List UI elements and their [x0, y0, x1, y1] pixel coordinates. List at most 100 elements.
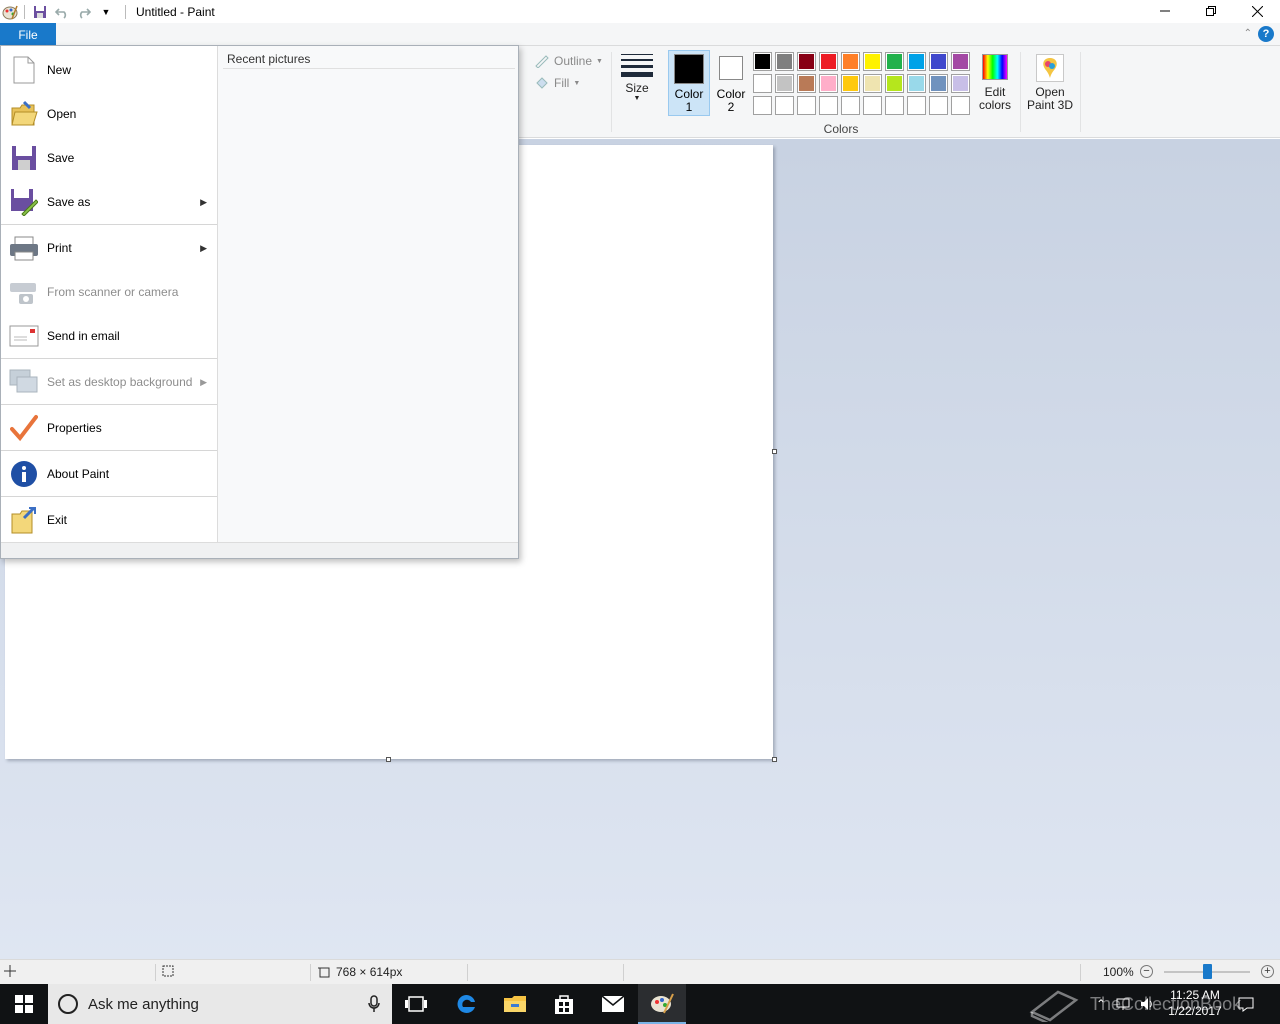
windows-logo-icon: [15, 995, 33, 1013]
palette-color-swatch[interactable]: [775, 52, 794, 71]
microphone-icon[interactable]: [368, 995, 380, 1017]
menu-item-set-desktop-background[interactable]: Set as desktop background ▶: [1, 360, 217, 404]
resize-handle-bottom[interactable]: [386, 757, 391, 762]
status-separator: [155, 964, 156, 981]
palette-color-swatch[interactable]: [753, 52, 772, 71]
edit-colors-button[interactable]: Edit colors: [975, 54, 1015, 112]
menu-divider: [1, 450, 217, 451]
palette-color-swatch[interactable]: [951, 52, 970, 71]
menu-item-save[interactable]: Save: [1, 136, 217, 180]
size-button[interactable]: Size ▼: [618, 52, 656, 102]
custom-color-slot[interactable]: [775, 96, 794, 115]
palette-color-swatch[interactable]: [841, 52, 860, 71]
palette-color-swatch[interactable]: [929, 52, 948, 71]
resize-handle-corner[interactable]: [772, 757, 777, 762]
swatch-fill: [953, 76, 968, 91]
action-center-icon[interactable]: [1238, 984, 1254, 1024]
fill-bucket-icon: [536, 77, 548, 89]
save-icon[interactable]: [31, 3, 49, 21]
palette-color-swatch[interactable]: [753, 74, 772, 93]
palette-color-swatch[interactable]: [775, 74, 794, 93]
start-button[interactable]: [0, 984, 48, 1024]
palette-color-swatch[interactable]: [863, 74, 882, 93]
custom-color-slot[interactable]: [753, 96, 772, 115]
minimize-button[interactable]: [1142, 0, 1188, 22]
menu-item-send-in-email[interactable]: Send in email: [1, 314, 217, 358]
color1-button[interactable]: Color 1: [668, 50, 710, 116]
custom-color-slot[interactable]: [841, 96, 860, 115]
color2-button[interactable]: Color 2: [712, 50, 750, 116]
custom-color-slot[interactable]: [863, 96, 882, 115]
palette-color-swatch[interactable]: [819, 74, 838, 93]
checkmark-icon: [9, 413, 39, 443]
custom-color-slot[interactable]: [907, 96, 926, 115]
palette-color-swatch[interactable]: [929, 74, 948, 93]
menu-item-new[interactable]: New: [1, 48, 217, 92]
menu-item-open[interactable]: Open: [1, 92, 217, 136]
new-document-icon: [9, 55, 39, 85]
palette-color-swatch[interactable]: [841, 74, 860, 93]
swatch-fill: [777, 76, 792, 91]
customize-dropdown-icon[interactable]: ▼: [97, 3, 115, 21]
palette-color-swatch[interactable]: [797, 74, 816, 93]
menu-item-about-paint[interactable]: About Paint: [1, 452, 217, 496]
palette-color-swatch[interactable]: [907, 52, 926, 71]
zoom-out-button[interactable]: −: [1140, 965, 1153, 978]
custom-color-slot[interactable]: [819, 96, 838, 115]
custom-color-slot[interactable]: [797, 96, 816, 115]
task-view-icon[interactable]: [392, 984, 440, 1024]
file-explorer-icon[interactable]: [491, 984, 539, 1024]
taskbar-clock[interactable]: 11:25 AM 1/22/2017: [1160, 987, 1230, 1019]
undo-icon[interactable]: [53, 3, 71, 21]
menu-item-exit[interactable]: Exit: [1, 498, 217, 542]
menu-item-label: Print: [47, 241, 72, 255]
custom-color-slot[interactable]: [929, 96, 948, 115]
ribbon-separator: [1080, 52, 1081, 132]
open-paint3d-button[interactable]: Open Paint 3D: [1024, 54, 1076, 112]
taskbar: Ask me anything TheCollectionBook ⌃ 11:2…: [0, 984, 1280, 1024]
zoom-in-button[interactable]: +: [1261, 965, 1274, 978]
volume-icon[interactable]: [1140, 997, 1156, 1011]
palette-color-swatch[interactable]: [951, 74, 970, 93]
file-menu-commands: New Open Save Save as ▶ Print ▶ From sca…: [1, 46, 218, 542]
resize-handle-right[interactable]: [772, 449, 777, 454]
collapse-ribbon-icon[interactable]: ⌃: [1244, 28, 1252, 39]
palette-color-swatch[interactable]: [885, 74, 904, 93]
outline-button[interactable]: Outline ▼: [534, 54, 603, 68]
fill-button[interactable]: Fill ▼: [534, 76, 580, 90]
paint-icon[interactable]: [638, 984, 686, 1024]
swatch-fill: [909, 76, 924, 91]
palette-color-swatch[interactable]: [863, 52, 882, 71]
network-icon[interactable]: [1116, 997, 1132, 1011]
menu-item-properties[interactable]: Properties: [1, 406, 217, 450]
menu-item-label: Open: [47, 107, 77, 121]
canvas-size-display: 768 × 614px: [318, 965, 402, 979]
zoom-slider-thumb[interactable]: [1203, 964, 1212, 979]
clock-time: 11:25 AM: [1170, 988, 1220, 1002]
palette-color-swatch[interactable]: [885, 52, 904, 71]
submenu-arrow-icon: ▶: [200, 376, 207, 387]
mail-icon[interactable]: [589, 984, 637, 1024]
store-icon[interactable]: [540, 984, 588, 1024]
menu-item-save-as[interactable]: Save as ▶: [1, 180, 217, 224]
tray-overflow-chevron-icon[interactable]: ⌃: [1096, 997, 1106, 1011]
swatch-fill: [931, 76, 946, 91]
recent-pictures-title: Recent pictures: [227, 52, 311, 66]
edge-icon[interactable]: [442, 984, 490, 1024]
palette-color-swatch[interactable]: [819, 52, 838, 71]
palette-color-swatch[interactable]: [907, 74, 926, 93]
cortana-search-box[interactable]: Ask me anything: [48, 984, 392, 1024]
custom-color-slot[interactable]: [951, 96, 970, 115]
paint-app-icon[interactable]: [2, 4, 18, 20]
redo-icon[interactable]: [75, 3, 93, 21]
close-button[interactable]: [1234, 0, 1280, 22]
menu-item-from-scanner[interactable]: From scanner or camera: [1, 270, 217, 314]
custom-color-slot[interactable]: [885, 96, 904, 115]
help-icon[interactable]: ?: [1258, 26, 1274, 42]
file-tab[interactable]: File: [0, 23, 56, 46]
paint3d-icon: [1036, 54, 1064, 82]
swatch-fill: [777, 54, 792, 69]
palette-color-swatch[interactable]: [797, 52, 816, 71]
restore-button[interactable]: [1188, 0, 1234, 22]
menu-item-print[interactable]: Print ▶: [1, 226, 217, 270]
